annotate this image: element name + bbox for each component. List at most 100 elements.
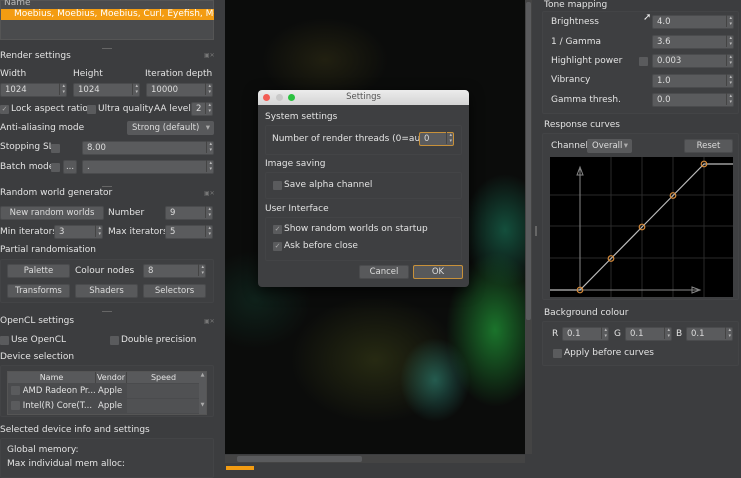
random-generator-title: Random world generator [0, 188, 113, 198]
ok-button[interactable]: OK [413, 265, 463, 279]
reset-button[interactable]: Reset [684, 139, 733, 153]
device-speed [127, 384, 200, 398]
brightness-input[interactable]: 4.0 [652, 15, 734, 29]
dock-float-close-icon[interactable]: ▣✕ [204, 190, 215, 197]
aa-mode-select[interactable]: Strong (default) [127, 121, 214, 135]
palette-button[interactable]: Palette [7, 264, 70, 278]
g-input[interactable]: 0.1 [625, 327, 672, 341]
dialog-titlebar[interactable]: Settings [258, 90, 469, 105]
device-table-scrollbar[interactable]: ▲ ▼ [199, 372, 206, 414]
table-row[interactable]: AMD Radeon Pr... Apple [8, 384, 200, 398]
selectors-button[interactable]: Selectors [143, 284, 206, 298]
splitter-handle[interactable] [535, 226, 537, 236]
gamma-thresh-label: Gamma thresh. [551, 95, 621, 105]
column-header[interactable]: Vendor [96, 372, 127, 383]
cancel-button[interactable]: Cancel [359, 265, 409, 279]
table-row[interactable]: Intel(R) Core(T... Apple [8, 399, 200, 413]
device-table[interactable]: Name Vendor Speed AMD Radeon Pr... Apple… [7, 371, 207, 415]
system-settings-title: System settings [265, 112, 338, 122]
apply-before-curves-checkbox[interactable] [553, 349, 562, 358]
gamma-thresh-input[interactable]: 0.0 [652, 93, 734, 107]
double-precision-label: Double precision [121, 335, 197, 345]
worlds-list[interactable]: Name Moebius, Moebius, Moebius, Curl, Ey… [0, 0, 214, 40]
vibrancy-input[interactable]: 1.0 [652, 74, 734, 88]
number-label: Number [108, 208, 145, 218]
device-info-group [0, 438, 214, 478]
show-random-checkbox[interactable]: ✓ [273, 225, 282, 234]
channel-select[interactable]: Overall [587, 139, 632, 153]
device-checkbox[interactable] [11, 386, 20, 395]
device-vendor: Apple [98, 386, 123, 396]
b-input[interactable]: 0.1 [686, 327, 733, 341]
height-input[interactable]: 1024 [73, 83, 140, 97]
scrollbar-thumb[interactable] [526, 2, 531, 320]
device-vendor: Apple [98, 401, 123, 411]
gamma-input[interactable]: 3.6 [652, 35, 734, 49]
splitter[interactable] [102, 48, 112, 49]
vertical-scrollbar[interactable] [525, 0, 532, 454]
depth-input[interactable]: 10000 [146, 83, 213, 97]
device-name: AMD Radeon Pr... [22, 386, 96, 396]
double-precision-checkbox[interactable] [110, 336, 119, 345]
device-name: Intel(R) Core(T... [22, 401, 93, 411]
ultra-quality-label: Ultra quality [98, 104, 154, 114]
use-opencl-checkbox[interactable] [0, 336, 9, 345]
highlight-power-checkbox[interactable] [639, 57, 648, 66]
brightness-label: Brightness [551, 17, 599, 27]
width-label: Width [0, 69, 27, 79]
aa-level-input[interactable]: 2 [191, 102, 213, 116]
mouse-cursor-icon: ➚ [643, 12, 652, 23]
device-table-header: Name Vendor Speed [8, 372, 200, 383]
background-colour-title: Background colour [544, 308, 629, 318]
g-label: G [614, 329, 621, 339]
column-header[interactable]: Speed [127, 372, 200, 383]
aa-level-label: AA level [154, 104, 191, 114]
highlight-power-input[interactable]: 0.003 [652, 54, 734, 68]
settings-dialog: Settings System settings Number of rende… [258, 90, 469, 287]
highlight-power-label: Highlight power [551, 56, 623, 66]
selected-world-row[interactable]: Moebius, Moebius, Moebius, Curl, Eyefish… [1, 9, 214, 20]
global-memory-label: Global memory: [7, 445, 79, 455]
lock-aspect-label: Lock aspect ratio [11, 104, 88, 114]
stopping-sl-checkbox[interactable] [51, 144, 60, 153]
horizontal-scrollbar[interactable] [225, 455, 525, 463]
new-random-worlds-button[interactable]: New random worlds [0, 206, 104, 220]
dock-float-close-icon[interactable]: ▣✕ [204, 318, 215, 325]
device-checkbox[interactable] [11, 401, 20, 410]
colour-nodes-input[interactable]: 8 [143, 264, 206, 278]
gamma-label: 1 / Gamma [551, 37, 602, 47]
width-input[interactable]: 1024 [0, 83, 67, 97]
ask-close-checkbox[interactable]: ✓ [273, 242, 282, 251]
lock-aspect-checkbox[interactable]: ✓ [0, 105, 9, 114]
transforms-button[interactable]: Transforms [7, 284, 70, 298]
min-iterators-input[interactable]: 3 [54, 225, 103, 239]
number-input[interactable]: 9 [165, 206, 213, 220]
max-iterators-input[interactable]: 5 [165, 225, 213, 239]
batch-path-input[interactable]: . [82, 160, 214, 174]
r-input[interactable]: 0.1 [562, 327, 609, 341]
stopping-sl-label: Stopping SL [0, 142, 54, 152]
column-header[interactable]: Name [8, 372, 96, 383]
device-info-title: Selected device info and settings [0, 425, 150, 435]
batch-mode-checkbox[interactable] [51, 163, 60, 172]
device-speed [127, 399, 200, 413]
tone-mapping-title: Tone mapping [544, 0, 608, 10]
dock-float-close-icon[interactable]: ▣✕ [204, 52, 215, 59]
threads-input[interactable]: 0 [419, 132, 454, 146]
image-saving-title: Image saving [265, 159, 326, 169]
threads-label: Number of render threads (0=auto): [272, 134, 436, 144]
stopping-sl-input[interactable]: 8.00 [82, 141, 214, 155]
response-curve-editor[interactable] [550, 157, 733, 297]
splitter[interactable] [102, 311, 112, 312]
batch-browse-button[interactable]: ... [63, 160, 77, 174]
splitter[interactable] [102, 186, 112, 187]
status-progress [226, 466, 254, 470]
opencl-settings-title: OpenCL settings [0, 316, 75, 326]
min-iterators-label: Min iterators [0, 227, 58, 237]
scrollbar-thumb[interactable] [237, 456, 362, 462]
r-label: R [552, 329, 559, 339]
save-alpha-label: Save alpha channel [284, 180, 373, 190]
shaders-button[interactable]: Shaders [75, 284, 138, 298]
ultra-quality-checkbox[interactable] [87, 105, 96, 114]
save-alpha-checkbox[interactable] [273, 181, 282, 190]
